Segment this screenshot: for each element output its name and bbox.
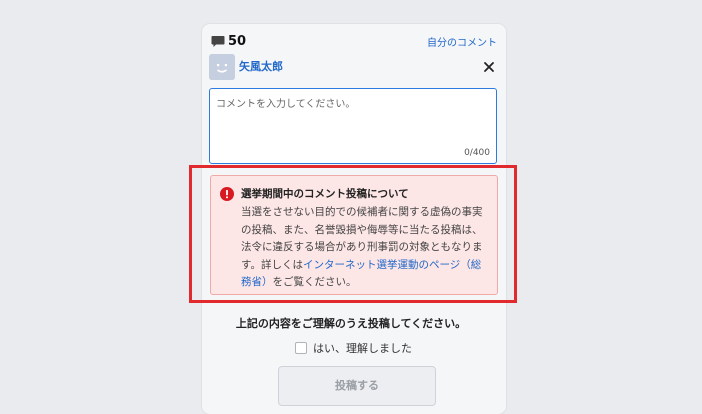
understand-checkbox-label: はい、理解しました xyxy=(313,342,412,355)
comment-input-box: 0/400 xyxy=(209,88,497,164)
understand-checkbox-row[interactable]: はい、理解しました xyxy=(295,340,412,356)
confirm-instruction: 上記の内容をご理解のうえ投稿してください。 xyxy=(235,317,467,330)
election-notice: 選挙期間中のコメント投稿について 当選をさせない目的での候補者に関する虚偽の事実… xyxy=(210,175,498,295)
character-counter: 0/400 xyxy=(464,148,490,158)
post-button[interactable]: 投稿する xyxy=(278,366,436,406)
notice-title: 選挙期間中のコメント投稿について xyxy=(241,188,409,200)
user-name[interactable]: 矢風太郎 xyxy=(239,58,283,74)
my-comments-link[interactable]: 自分のコメント xyxy=(427,34,497,49)
notice-body-tail: をご覧ください。 xyxy=(272,276,357,288)
speech-bubble-icon xyxy=(211,35,225,48)
avatar xyxy=(209,54,235,80)
notice-body: 当選をさせない目的での候補者に関する虚偽の事実の投稿、また、名誉毀損や侮辱等に当… xyxy=(241,204,491,292)
exclamation-circle-icon xyxy=(220,186,234,201)
comment-count-value: 50 xyxy=(228,34,247,49)
understand-checkbox[interactable] xyxy=(295,342,307,354)
comment-input[interactable] xyxy=(210,89,496,163)
close-icon[interactable] xyxy=(482,59,496,73)
comment-count: 50 xyxy=(211,34,246,49)
